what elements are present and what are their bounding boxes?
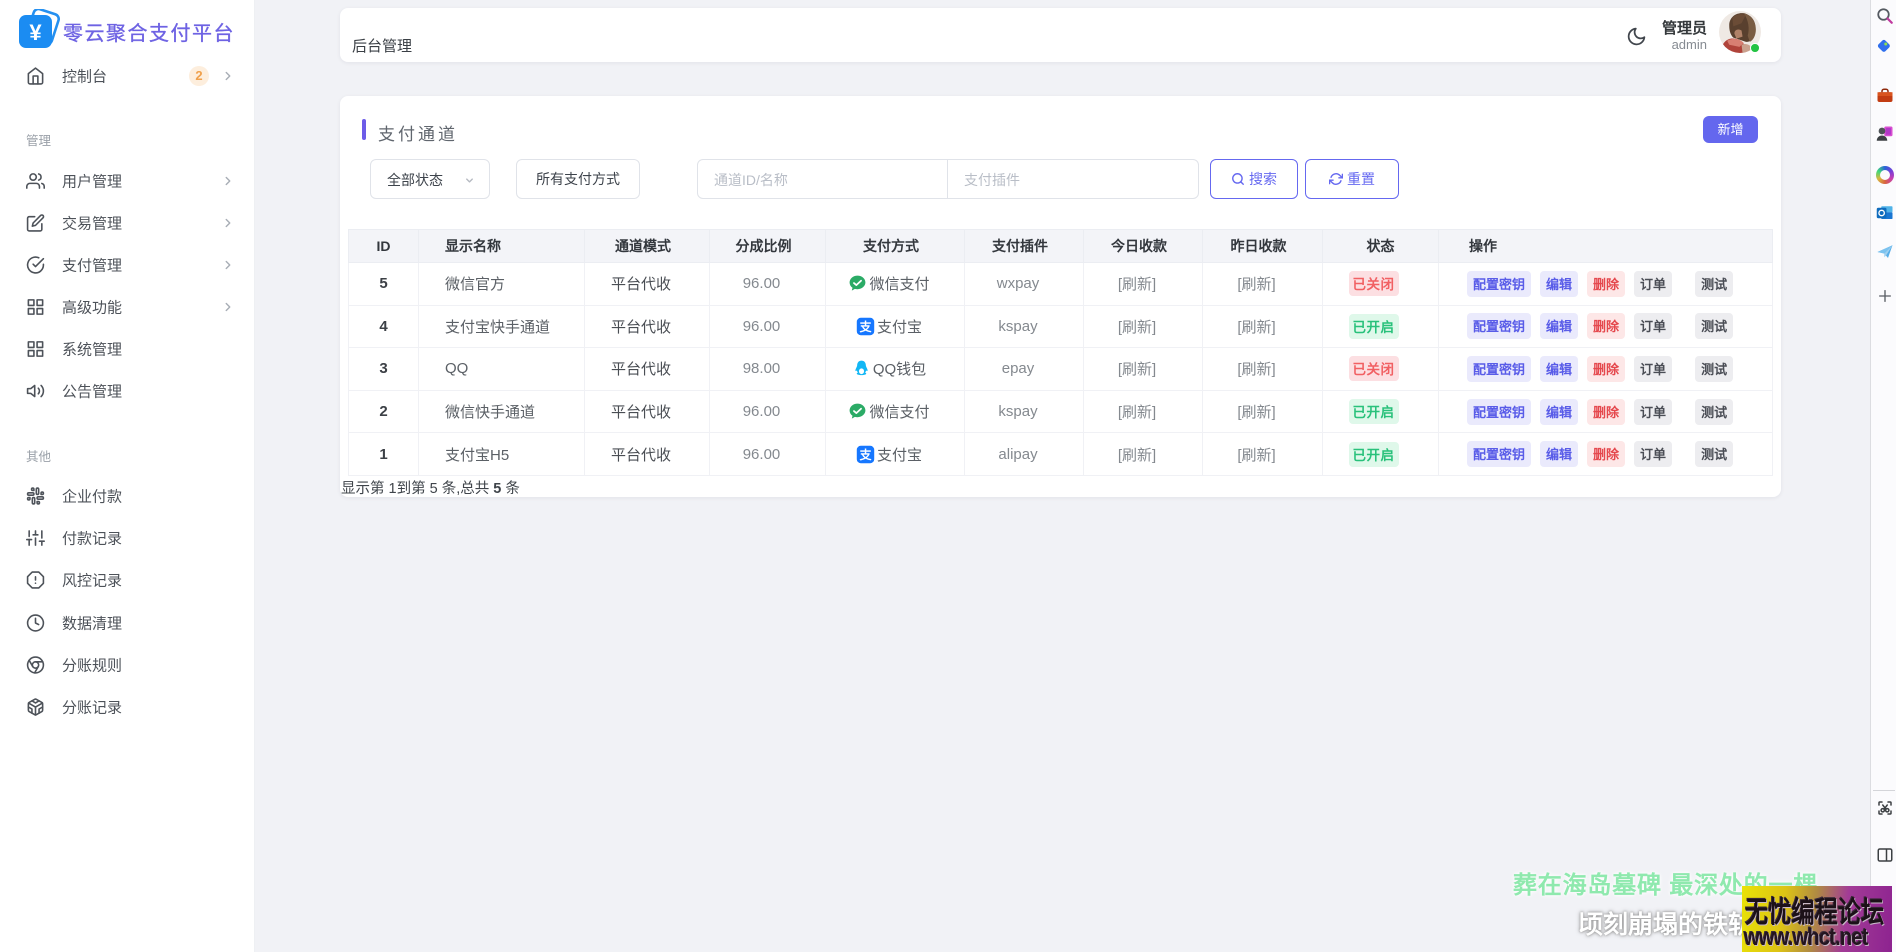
svg-text:支: 支 — [859, 448, 872, 462]
svg-text:支: 支 — [859, 320, 872, 334]
svg-text:¥: ¥ — [29, 20, 42, 45]
